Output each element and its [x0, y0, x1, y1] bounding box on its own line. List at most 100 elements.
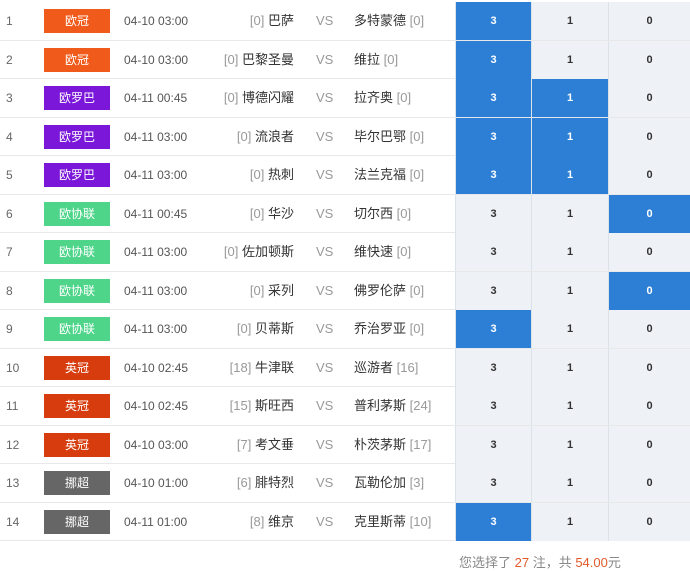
away-team: 拉齐奥 [0]	[354, 79, 411, 117]
away-team-name: 切尔西	[354, 205, 394, 221]
match-row: 11 英冠 04-10 02:45 [15] 斯旺西 VS 普利茅斯 [24] 3 1 0	[0, 387, 690, 426]
home-team: [0] 热刺	[250, 156, 294, 194]
row-index: 14	[6, 514, 20, 529]
league-badge[interactable]: 欧罗巴	[44, 124, 110, 149]
home-team: [0] 采列	[250, 272, 294, 310]
home-rank: [0]	[249, 13, 265, 28]
league-badge[interactable]: 英冠	[44, 355, 110, 380]
option-draw-1[interactable]: 1	[531, 233, 608, 271]
away-team-name: 巡游者	[354, 359, 394, 375]
option-draw-1[interactable]: 1	[531, 502, 608, 541]
away-team: 多特蒙德 [0]	[354, 2, 424, 40]
home-team: [0] 博德闪耀	[224, 79, 294, 117]
summary-prefix: 您选择了	[459, 555, 515, 570]
home-team: [0] 巴萨	[250, 2, 294, 40]
home-team-name: 腓特烈	[254, 475, 294, 490]
option-win-3[interactable]: 3	[455, 156, 531, 194]
summary-suffix: 元	[607, 555, 621, 570]
league-badge[interactable]: 欧冠	[44, 47, 110, 72]
away-team-name: 瓦勒伦加	[354, 475, 407, 490]
league-badge[interactable]: 英冠	[44, 432, 110, 457]
option-loss-0[interactable]: 0	[608, 425, 690, 464]
away-team: 普利茅斯 [24]	[354, 387, 431, 425]
option-win-3[interactable]: 3	[455, 387, 531, 425]
league-badge[interactable]: 欧罗巴	[44, 86, 110, 110]
league-badge[interactable]: 挪超	[44, 509, 110, 534]
match-time: 04-10 03:00	[124, 14, 189, 28]
row-index: 2	[6, 52, 13, 67]
option-win-3[interactable]: 3	[455, 79, 531, 117]
option-win-3[interactable]: 3	[455, 348, 531, 387]
match-row: 8 欧协联 04-11 03:00 [0] 采列 VS 佛罗伦萨 [0] 3 1 0	[0, 271, 690, 310]
league-badge[interactable]: 欧协联	[44, 201, 110, 226]
league-badge[interactable]: 欧冠	[44, 9, 110, 33]
vs-label: VS	[316, 321, 334, 336]
option-loss-0[interactable]: 0	[608, 194, 690, 233]
option-draw-1[interactable]: 1	[531, 40, 608, 79]
home-rank: [0]	[249, 205, 265, 221]
option-draw-1[interactable]: 1	[531, 310, 608, 348]
selection-summary: 您选择了 27 注，共 54.00元	[459, 552, 621, 571]
home-rank: [8]	[249, 513, 265, 529]
option-loss-0[interactable]: 0	[608, 464, 690, 502]
option-draw-1[interactable]: 1	[531, 271, 608, 310]
match-row: 4 欧罗巴 04-11 03:00 [0] 流浪者 VS 毕尔巴鄂 [0] 3 1 0	[0, 117, 690, 156]
match-time: 04-10 03:00	[124, 52, 189, 67]
league-badge[interactable]: 欧协联	[44, 317, 110, 341]
option-win-3[interactable]: 3	[455, 194, 531, 233]
option-win-3[interactable]: 3	[455, 233, 531, 271]
away-rank: [0]	[396, 205, 412, 221]
option-win-3[interactable]: 3	[455, 117, 531, 156]
option-loss-0[interactable]: 0	[608, 233, 690, 271]
home-team-name: 巴萨	[267, 13, 294, 28]
option-draw-1[interactable]: 1	[531, 117, 608, 156]
option-loss-0[interactable]: 0	[608, 156, 690, 194]
league-badge[interactable]: 英冠	[44, 394, 110, 418]
match-time: 04-11 00:45	[124, 91, 188, 105]
option-draw-1[interactable]: 1	[531, 464, 608, 502]
home-rank: [0]	[236, 128, 252, 144]
option-win-3[interactable]: 3	[455, 40, 531, 79]
vs-label: VS	[316, 90, 334, 105]
option-draw-1[interactable]: 1	[531, 79, 608, 117]
home-rank: [0]	[236, 321, 252, 336]
home-rank: [0]	[249, 282, 265, 298]
option-win-3[interactable]: 3	[455, 310, 531, 348]
option-loss-0[interactable]: 0	[608, 271, 690, 310]
option-win-3[interactable]: 3	[455, 502, 531, 541]
home-rank: [6]	[236, 475, 252, 490]
option-draw-1[interactable]: 1	[531, 156, 608, 194]
home-team-name: 斯旺西	[254, 398, 294, 413]
option-draw-1[interactable]: 1	[531, 194, 608, 233]
league-badge[interactable]: 欧协联	[44, 278, 110, 303]
option-draw-1[interactable]: 1	[531, 2, 608, 40]
away-team: 切尔西 [0]	[354, 195, 411, 233]
away-team: 毕尔巴鄂 [0]	[354, 118, 424, 156]
home-team: [0] 巴黎圣曼	[224, 41, 294, 79]
option-win-3[interactable]: 3	[455, 2, 531, 40]
option-loss-0[interactable]: 0	[608, 79, 690, 117]
vs-label: VS	[316, 128, 334, 144]
option-loss-0[interactable]: 0	[608, 117, 690, 156]
away-rank: [0]	[383, 51, 399, 67]
league-badge[interactable]: 欧罗巴	[44, 163, 110, 187]
option-draw-1[interactable]: 1	[531, 348, 608, 387]
row-index: 5	[6, 168, 13, 182]
option-loss-0[interactable]: 0	[608, 2, 690, 40]
option-loss-0[interactable]: 0	[608, 310, 690, 348]
option-loss-0[interactable]: 0	[608, 348, 690, 387]
option-win-3[interactable]: 3	[455, 271, 531, 310]
option-loss-0[interactable]: 0	[608, 502, 690, 541]
away-rank: [3]	[409, 475, 425, 490]
option-loss-0[interactable]: 0	[608, 387, 690, 425]
option-win-3[interactable]: 3	[455, 425, 531, 464]
league-badge[interactable]: 挪超	[44, 471, 110, 495]
option-draw-1[interactable]: 1	[531, 387, 608, 425]
option-draw-1[interactable]: 1	[531, 425, 608, 464]
row-index: 1	[6, 14, 13, 28]
option-loss-0[interactable]: 0	[608, 40, 690, 79]
option-win-3[interactable]: 3	[455, 464, 531, 502]
league-badge[interactable]: 欧协联	[44, 240, 110, 264]
away-team: 朴茨茅斯 [17]	[354, 426, 431, 464]
away-team-name: 普利茅斯	[354, 398, 407, 413]
